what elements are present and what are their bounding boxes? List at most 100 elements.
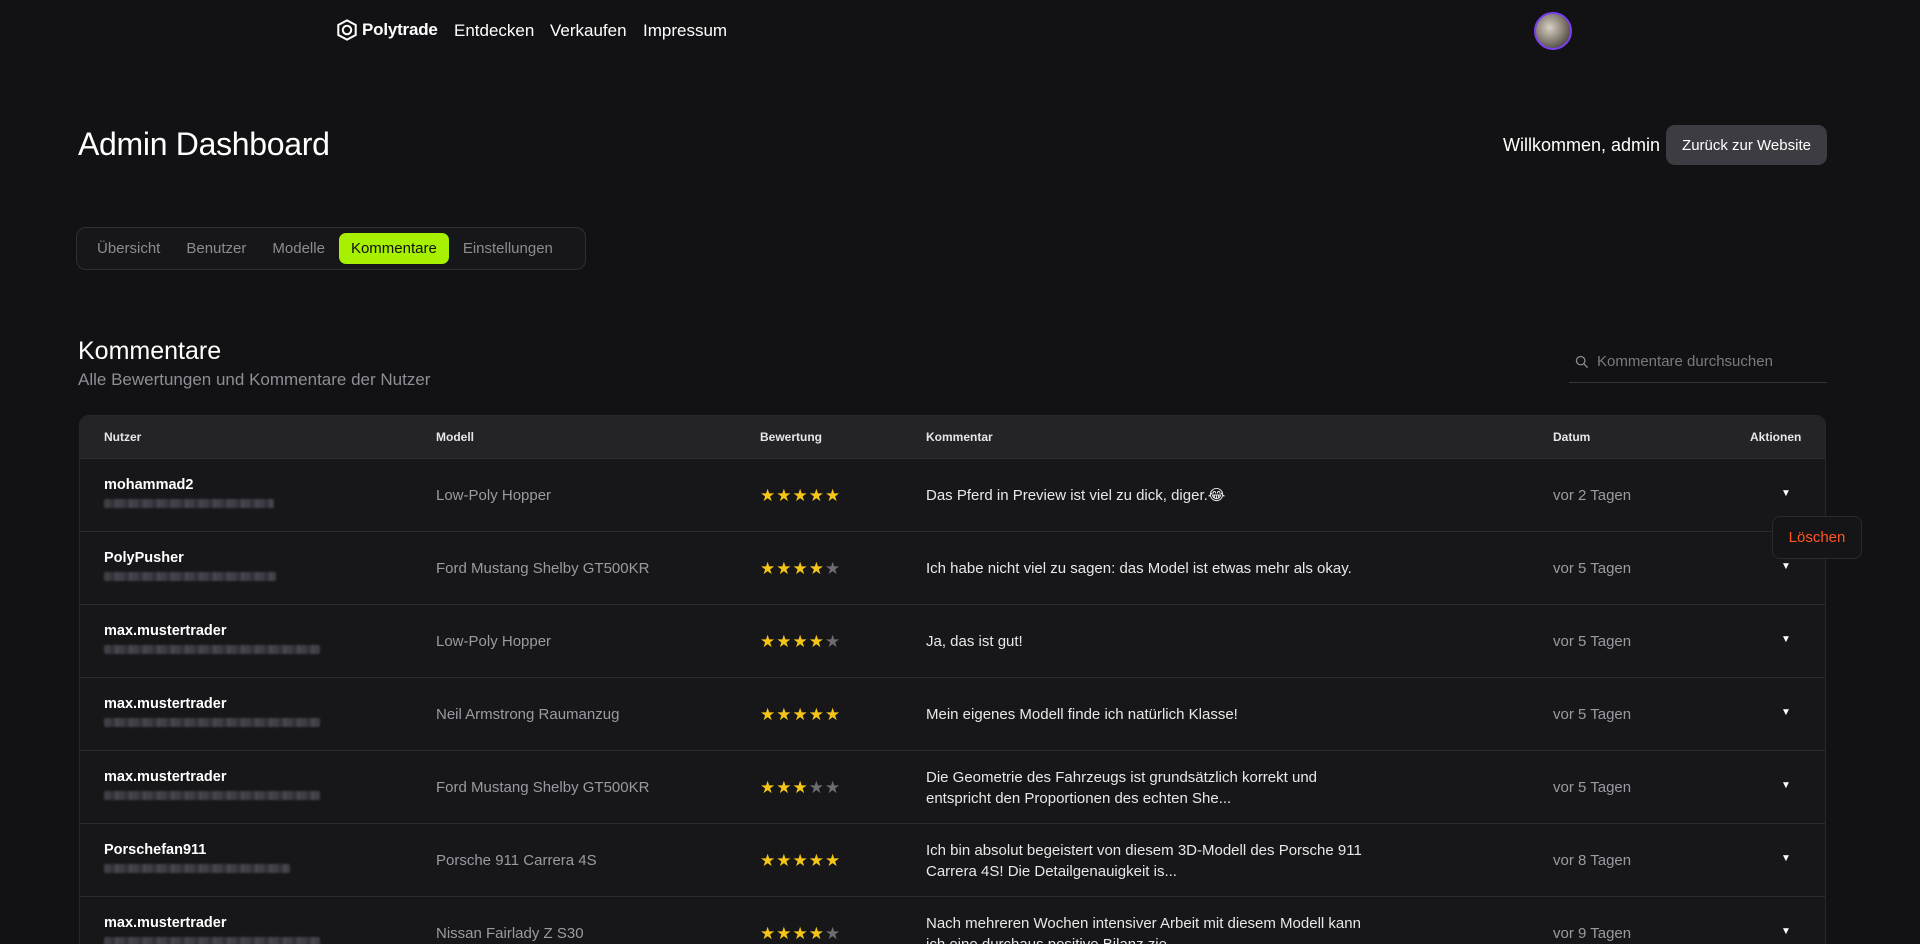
- star-filled-icon: ★: [792, 778, 808, 797]
- star-empty-icon: ★: [825, 924, 841, 943]
- search-input[interactable]: [1597, 353, 1817, 370]
- tab-benutzer[interactable]: Benutzer: [174, 233, 258, 264]
- row-model[interactable]: Ford Mustang Shelby GT500KR: [436, 779, 649, 796]
- rating-stars: ★ ★ ★ ★ ★: [760, 925, 840, 942]
- row-date: vor 5 Tagen: [1553, 779, 1632, 796]
- page-title: Admin Dashboard: [78, 126, 330, 162]
- back-to-website-button[interactable]: Zurück zur Website: [1666, 125, 1827, 165]
- star-filled-icon: ★: [760, 632, 776, 651]
- header-rating: Bewertung: [760, 430, 823, 444]
- row-date: vor 5 Tagen: [1553, 633, 1632, 650]
- header-comment: Kommentar: [926, 430, 993, 444]
- row-comment: Ja, das ist gut!: [926, 633, 1023, 650]
- tab-uebersicht[interactable]: Übersicht: [85, 233, 172, 264]
- row-user[interactable]: max.mustertrader: [104, 696, 227, 712]
- star-filled-icon: ★: [760, 924, 776, 943]
- star-filled-icon: ★: [792, 851, 808, 870]
- user-email-redacted: [104, 864, 290, 873]
- table-row: Porschefan911 Porsche 911 Carrera 4S ★ ★ ★ ★ ★…: [80, 823, 1825, 896]
- star-filled-icon: ★: [825, 851, 841, 870]
- star-empty-icon: ★: [825, 559, 841, 578]
- row-user[interactable]: max.mustertrader: [104, 915, 227, 931]
- row-user[interactable]: Porschefan911: [104, 842, 206, 858]
- header-actions: Aktionen: [1750, 430, 1802, 444]
- rating-stars: ★ ★ ★ ★ ★: [760, 560, 840, 577]
- nav-link-entdecken[interactable]: Entdecken: [454, 21, 534, 41]
- chevron-down-icon[interactable]: ▼: [1781, 707, 1791, 718]
- user-email-redacted: [104, 499, 274, 508]
- comments-table: Nutzer Modell Bewertung Kommentar Datum …: [79, 415, 1826, 944]
- chevron-down-icon[interactable]: ▼: [1781, 926, 1791, 937]
- table-row: max.mustertrader Neil Armstrong Raumanzug…: [80, 677, 1825, 750]
- section-title: Kommentare: [78, 337, 222, 365]
- row-comment: Ich habe nicht viel zu sagen: das Model …: [926, 560, 1352, 577]
- star-filled-icon: ★: [808, 486, 824, 505]
- delete-menu-item[interactable]: Löschen: [1772, 516, 1862, 559]
- rating-stars: ★ ★ ★ ★ ★: [760, 633, 840, 650]
- rating-stars: ★ ★ ★ ★ ★: [760, 706, 840, 723]
- star-filled-icon: ★: [760, 705, 776, 724]
- nav-link-impressum[interactable]: Impressum: [643, 21, 727, 41]
- comment-search: [1569, 341, 1827, 383]
- star-filled-icon: ★: [760, 486, 776, 505]
- star-filled-icon: ★: [792, 486, 808, 505]
- user-avatar[interactable]: [1534, 12, 1572, 50]
- table-row: max.mustertrader Low-Poly Hopper ★ ★ ★ ★ ★ Ja, …: [80, 604, 1825, 677]
- star-filled-icon: ★: [776, 778, 792, 797]
- brand[interactable]: Polytrade: [336, 19, 438, 41]
- table-row: max.mustertrader Nissan Fairlady Z S30 ★ ★ ★…: [80, 896, 1825, 944]
- row-user[interactable]: max.mustertrader: [104, 769, 227, 785]
- chevron-down-icon[interactable]: ▼: [1781, 488, 1791, 499]
- nav-link-verkaufen[interactable]: Verkaufen: [550, 21, 627, 41]
- user-email-redacted: [104, 572, 276, 581]
- star-filled-icon: ★: [776, 851, 792, 870]
- row-user[interactable]: PolyPusher: [104, 550, 184, 566]
- row-model[interactable]: Porsche 911 Carrera 4S: [436, 852, 597, 869]
- chevron-down-icon[interactable]: ▼: [1781, 780, 1791, 791]
- header-date: Datum: [1553, 430, 1591, 444]
- table-row: max.mustertrader Ford Mustang Shelby GT50…: [80, 750, 1825, 823]
- row-comment: Die Geometrie des Fahrzeugs ist grundsät…: [926, 769, 1318, 807]
- user-email-redacted: [104, 718, 320, 727]
- user-email-redacted: [104, 645, 320, 654]
- row-date: vor 5 Tagen: [1553, 560, 1632, 577]
- star-filled-icon: ★: [825, 486, 841, 505]
- table-header: Nutzer Modell Bewertung Kommentar Datum …: [80, 416, 1825, 458]
- star-filled-icon: ★: [792, 924, 808, 943]
- header-model: Modell: [436, 430, 474, 444]
- tab-einstellungen[interactable]: Einstellungen: [451, 233, 565, 264]
- star-empty-icon: ★: [825, 778, 841, 797]
- star-filled-icon: ★: [825, 705, 841, 724]
- header-user: Nutzer: [104, 430, 142, 444]
- rating-stars: ★ ★ ★ ★ ★: [760, 487, 840, 504]
- rating-stars: ★ ★ ★ ★ ★: [760, 852, 840, 869]
- row-model[interactable]: Nissan Fairlady Z S30: [436, 925, 584, 942]
- star-filled-icon: ★: [760, 559, 776, 578]
- tab-kommentare[interactable]: Kommentare: [338, 233, 449, 264]
- row-date: vor 5 Tagen: [1553, 706, 1632, 723]
- chevron-down-icon[interactable]: ▼: [1781, 561, 1791, 572]
- table-row: PolyPusher Ford Mustang Shelby GT500KR ★ ★ ★…: [80, 531, 1825, 604]
- star-filled-icon: ★: [760, 778, 776, 797]
- star-filled-icon: ★: [808, 559, 824, 578]
- star-empty-icon: ★: [825, 632, 841, 651]
- row-model[interactable]: Low-Poly Hopper: [436, 633, 551, 650]
- chevron-down-icon[interactable]: ▼: [1781, 634, 1791, 645]
- row-model[interactable]: Ford Mustang Shelby GT500KR: [436, 560, 649, 577]
- star-filled-icon: ★: [792, 559, 808, 578]
- row-comment: Ich bin absolut begeistert von diesem 3D…: [926, 842, 1362, 880]
- row-comment: Mein eigenes Modell finde ich natürlich …: [926, 706, 1238, 723]
- star-filled-icon: ★: [760, 851, 776, 870]
- row-model[interactable]: Neil Armstrong Raumanzug: [436, 706, 619, 723]
- row-model[interactable]: Low-Poly Hopper: [436, 487, 551, 504]
- row-user[interactable]: max.mustertrader: [104, 623, 227, 639]
- top-nav: Polytrade Entdecken Verkaufen Impressum: [0, 0, 1920, 62]
- chevron-down-icon[interactable]: ▼: [1781, 853, 1791, 864]
- row-comment: Nach mehreren Wochen intensiver Arbeit m…: [926, 915, 1361, 944]
- tab-modelle[interactable]: Modelle: [260, 233, 337, 264]
- user-email-redacted: [104, 937, 320, 944]
- star-filled-icon: ★: [792, 705, 808, 724]
- row-user[interactable]: mohammad2: [104, 477, 193, 493]
- welcome-text: Willkommen, admin: [1503, 135, 1661, 155]
- star-empty-icon: ★: [808, 778, 824, 797]
